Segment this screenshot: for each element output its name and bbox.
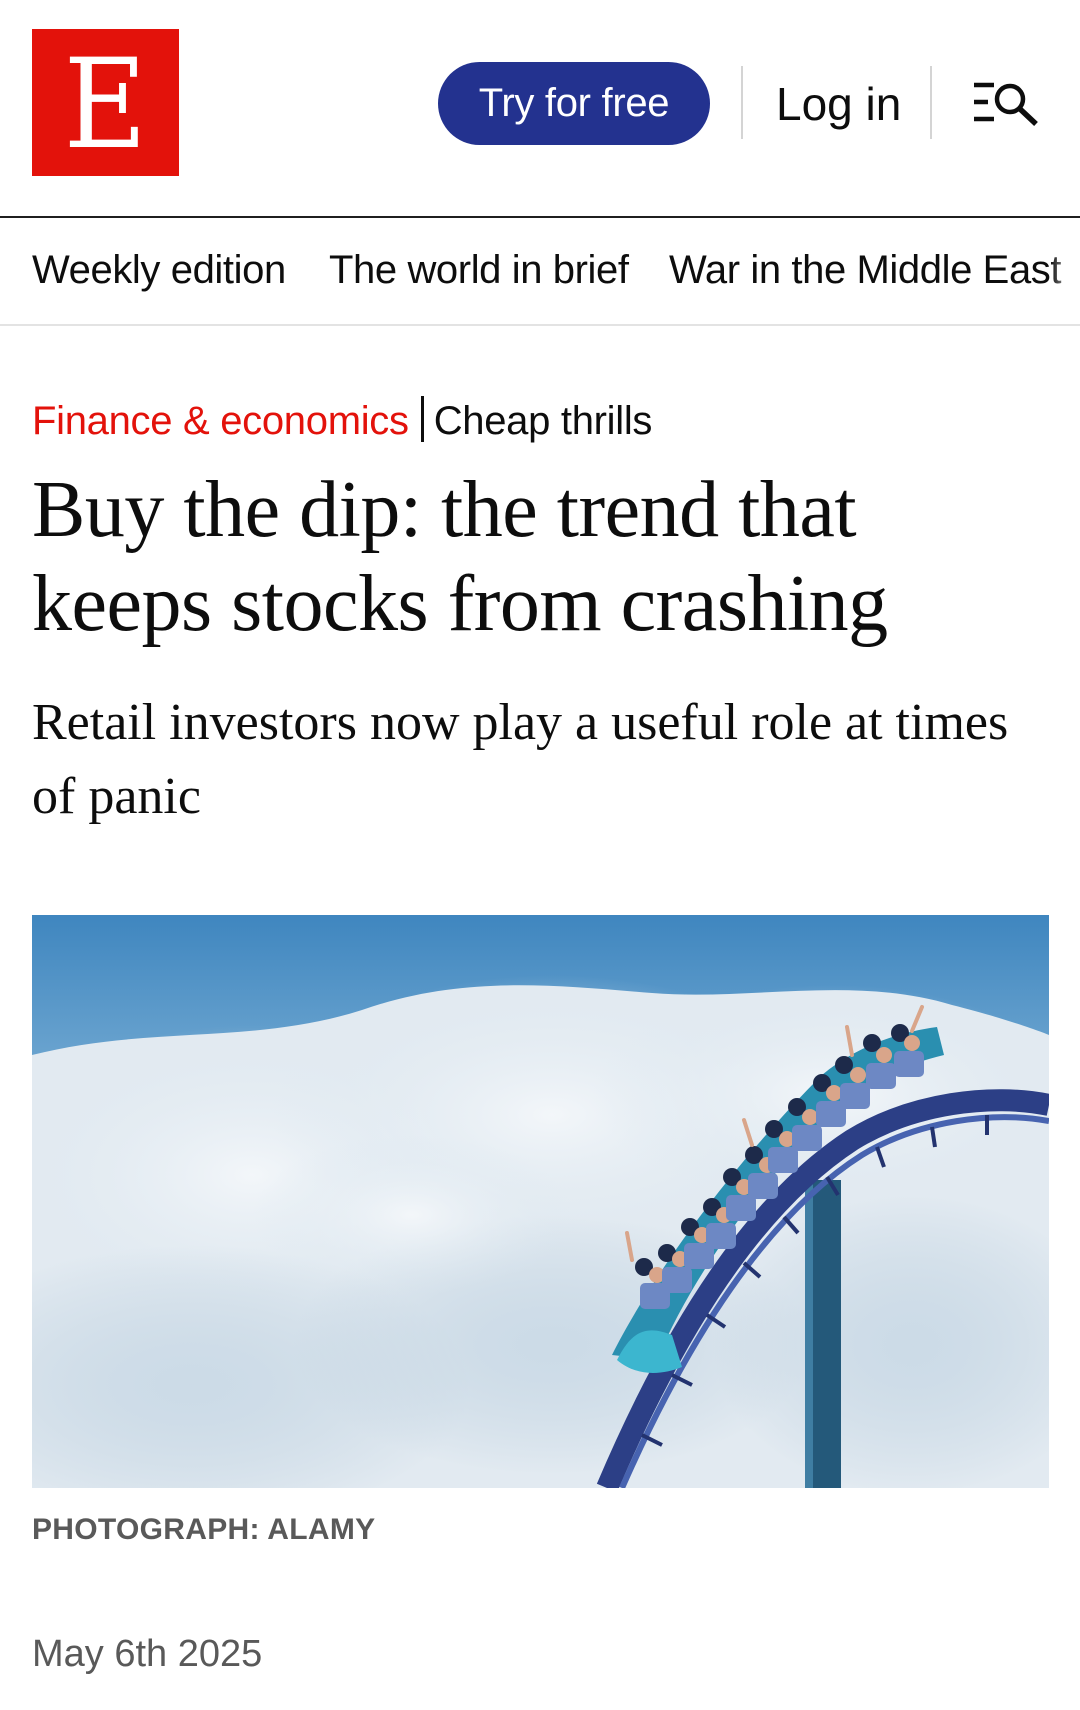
article-standfirst: Retail investors now play a useful role …: [32, 694, 1009, 825]
nav-item-war-middle-east[interactable]: War in the Middle East: [669, 244, 1062, 296]
fly-title: Cheap thrills: [433, 399, 653, 443]
try-for-free-button[interactable]: Try for free: [438, 62, 710, 145]
roller-coaster-illustration: [32, 915, 1049, 1488]
logo-letter: E: [63, 32, 148, 177]
nav-scroll-fade: [1050, 218, 1080, 324]
headline-line: Buy the dip: the trend that: [32, 466, 857, 554]
article-rubric: Finance & economics Cheap thrills: [32, 395, 652, 447]
site-header: E Try for free Log in: [0, 0, 1080, 218]
article-headline: Buy the dip: the trend that keeps stocks…: [32, 463, 1042, 651]
header-divider: [741, 66, 743, 139]
lead-image: [32, 915, 1049, 1488]
economist-logo[interactable]: E: [32, 29, 179, 176]
nav-item-weekly-edition[interactable]: Weekly edition: [32, 244, 286, 296]
headline-line: keeps stocks from crashing: [32, 560, 888, 648]
image-caption: PHOTOGRAPH: ALAMY: [32, 1513, 376, 1546]
publish-date: May 6th 2025: [32, 1633, 263, 1675]
rubric-separator: [420, 396, 424, 442]
log-in-link[interactable]: Log in: [776, 74, 901, 134]
section-nav: Weekly edition The world in brief War in…: [0, 218, 1080, 326]
header-divider: [930, 66, 932, 139]
menu-search-icon[interactable]: [970, 78, 1042, 128]
section-link[interactable]: Finance & economics: [32, 399, 409, 443]
nav-item-world-in-brief[interactable]: The world in brief: [329, 244, 629, 296]
